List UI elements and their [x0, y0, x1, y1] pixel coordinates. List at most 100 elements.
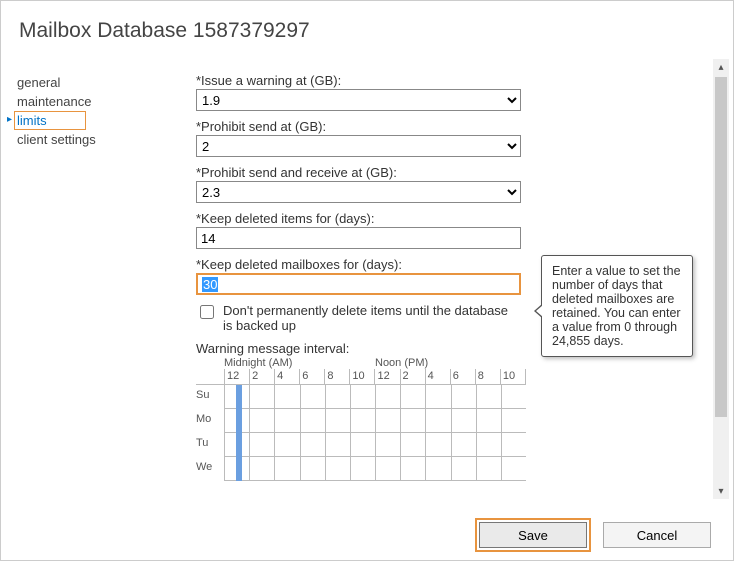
interval-cell[interactable]: [476, 433, 501, 456]
interval-cell[interactable]: [300, 433, 325, 456]
day-cells[interactable]: [224, 433, 526, 457]
interval-cell[interactable]: [375, 433, 400, 456]
interval-noon-label: Noon (PM): [375, 357, 526, 369]
interval-cell[interactable]: [476, 457, 501, 480]
interval-cell[interactable]: [350, 433, 375, 456]
interval-cell[interactable]: [425, 409, 450, 432]
interval-marker: [236, 457, 242, 481]
interval-day-row[interactable]: Mo: [196, 409, 526, 433]
dont-delete-checkbox[interactable]: [200, 305, 214, 319]
keep-items-label: *Keep deleted items for (days):: [196, 211, 506, 226]
interval-day-row[interactable]: Su: [196, 385, 526, 409]
prohibit-sr-select[interactable]: 2.3: [196, 181, 521, 203]
warning-label: *Issue a warning at (GB):: [196, 73, 506, 88]
interval-cell[interactable]: [325, 385, 350, 408]
keep-mbox-input[interactable]: 30: [196, 273, 521, 295]
content: *Issue a warning at (GB): 1.9 *Prohibit …: [166, 73, 733, 481]
sidebar-item-maintenance[interactable]: maintenance: [17, 92, 166, 111]
day-label: Tu: [196, 433, 224, 457]
warning-interval: Warning message interval: Midnight (AM) …: [196, 341, 526, 481]
interval-cell[interactable]: [400, 457, 425, 480]
vertical-scrollbar[interactable]: ▴ ▾: [713, 59, 729, 499]
main-layout: general maintenance limits client settin…: [1, 43, 733, 481]
interval-cell[interactable]: [375, 409, 400, 432]
interval-label: Warning message interval:: [196, 341, 526, 356]
scroll-thumb[interactable]: [715, 77, 727, 417]
keep-items-input[interactable]: [196, 227, 521, 249]
day-cells[interactable]: [224, 385, 526, 409]
interval-cell[interactable]: [451, 385, 476, 408]
interval-cell[interactable]: [476, 409, 501, 432]
interval-cell[interactable]: [425, 433, 450, 456]
interval-cell[interactable]: [425, 385, 450, 408]
interval-cell[interactable]: [325, 433, 350, 456]
warning-select[interactable]: 1.9: [196, 89, 521, 111]
day-cells[interactable]: [224, 409, 526, 433]
interval-cell[interactable]: [325, 457, 350, 480]
interval-cell[interactable]: [400, 385, 425, 408]
prohibit-send-select[interactable]: 2: [196, 135, 521, 157]
interval-cell[interactable]: [501, 409, 526, 432]
sidebar-item-client-settings[interactable]: client settings: [17, 130, 166, 149]
hour-tick: 6: [299, 369, 324, 384]
sidebar-item-limits[interactable]: limits: [14, 111, 86, 130]
interval-cell[interactable]: [501, 385, 526, 408]
interval-cell[interactable]: [375, 385, 400, 408]
scroll-down-icon[interactable]: ▾: [713, 483, 729, 499]
interval-cell[interactable]: [274, 409, 299, 432]
interval-cell[interactable]: [350, 457, 375, 480]
hour-tick: 2: [249, 369, 274, 384]
interval-cell[interactable]: [300, 385, 325, 408]
prohibit-send-label: *Prohibit send at (GB):: [196, 119, 506, 134]
keep-mbox-label: *Keep deleted mailboxes for (days):: [196, 257, 506, 272]
interval-cell[interactable]: [274, 433, 299, 456]
cancel-button[interactable]: Cancel: [603, 522, 711, 548]
interval-cell[interactable]: [249, 457, 274, 480]
interval-marker: [236, 409, 242, 433]
hour-tick: 10: [500, 369, 526, 384]
interval-cell[interactable]: [249, 409, 274, 432]
interval-day-row[interactable]: Tu: [196, 433, 526, 457]
interval-cell[interactable]: [274, 385, 299, 408]
interval-cell[interactable]: [350, 409, 375, 432]
interval-cell[interactable]: [501, 457, 526, 480]
interval-cell[interactable]: [400, 433, 425, 456]
prohibit-sr-label: *Prohibit send and receive at (GB):: [196, 165, 506, 180]
hour-tick: 2: [400, 369, 425, 384]
interval-cell[interactable]: [350, 385, 375, 408]
sidebar-item-label: limits: [15, 113, 47, 128]
keep-mbox-value: 30: [202, 277, 218, 292]
day-label: We: [196, 457, 224, 481]
hour-tick: 8: [475, 369, 500, 384]
dont-delete-label: Don't permanently delete items until the…: [223, 303, 521, 333]
interval-cell[interactable]: [249, 385, 274, 408]
interval-cell[interactable]: [375, 457, 400, 480]
interval-cell[interactable]: [325, 409, 350, 432]
limits-form: *Issue a warning at (GB): 1.9 *Prohibit …: [166, 73, 506, 481]
save-button[interactable]: Save: [479, 522, 587, 548]
interval-cell[interactable]: [451, 433, 476, 456]
interval-day-row[interactable]: We: [196, 457, 526, 481]
interval-marker: [236, 433, 242, 457]
interval-marker: [236, 385, 242, 409]
page-title: Mailbox Database 1587379297: [1, 1, 733, 43]
sidebar-item-label: general: [17, 75, 60, 90]
day-cells[interactable]: [224, 457, 526, 481]
interval-cell[interactable]: [300, 457, 325, 480]
interval-cell[interactable]: [451, 409, 476, 432]
scroll-up-icon[interactable]: ▴: [713, 59, 729, 75]
sidebar: general maintenance limits client settin…: [1, 73, 166, 149]
hour-tick: 12: [224, 369, 249, 384]
interval-cell[interactable]: [249, 433, 274, 456]
interval-cell[interactable]: [274, 457, 299, 480]
interval-midnight-label: Midnight (AM): [224, 357, 375, 369]
hour-tick: 8: [324, 369, 349, 384]
interval-cell[interactable]: [300, 409, 325, 432]
sidebar-item-general[interactable]: general: [17, 73, 166, 92]
interval-cell[interactable]: [501, 433, 526, 456]
interval-cell[interactable]: [400, 409, 425, 432]
interval-cell[interactable]: [476, 385, 501, 408]
hour-tick: 12: [374, 369, 399, 384]
interval-cell[interactable]: [451, 457, 476, 480]
interval-cell[interactable]: [425, 457, 450, 480]
